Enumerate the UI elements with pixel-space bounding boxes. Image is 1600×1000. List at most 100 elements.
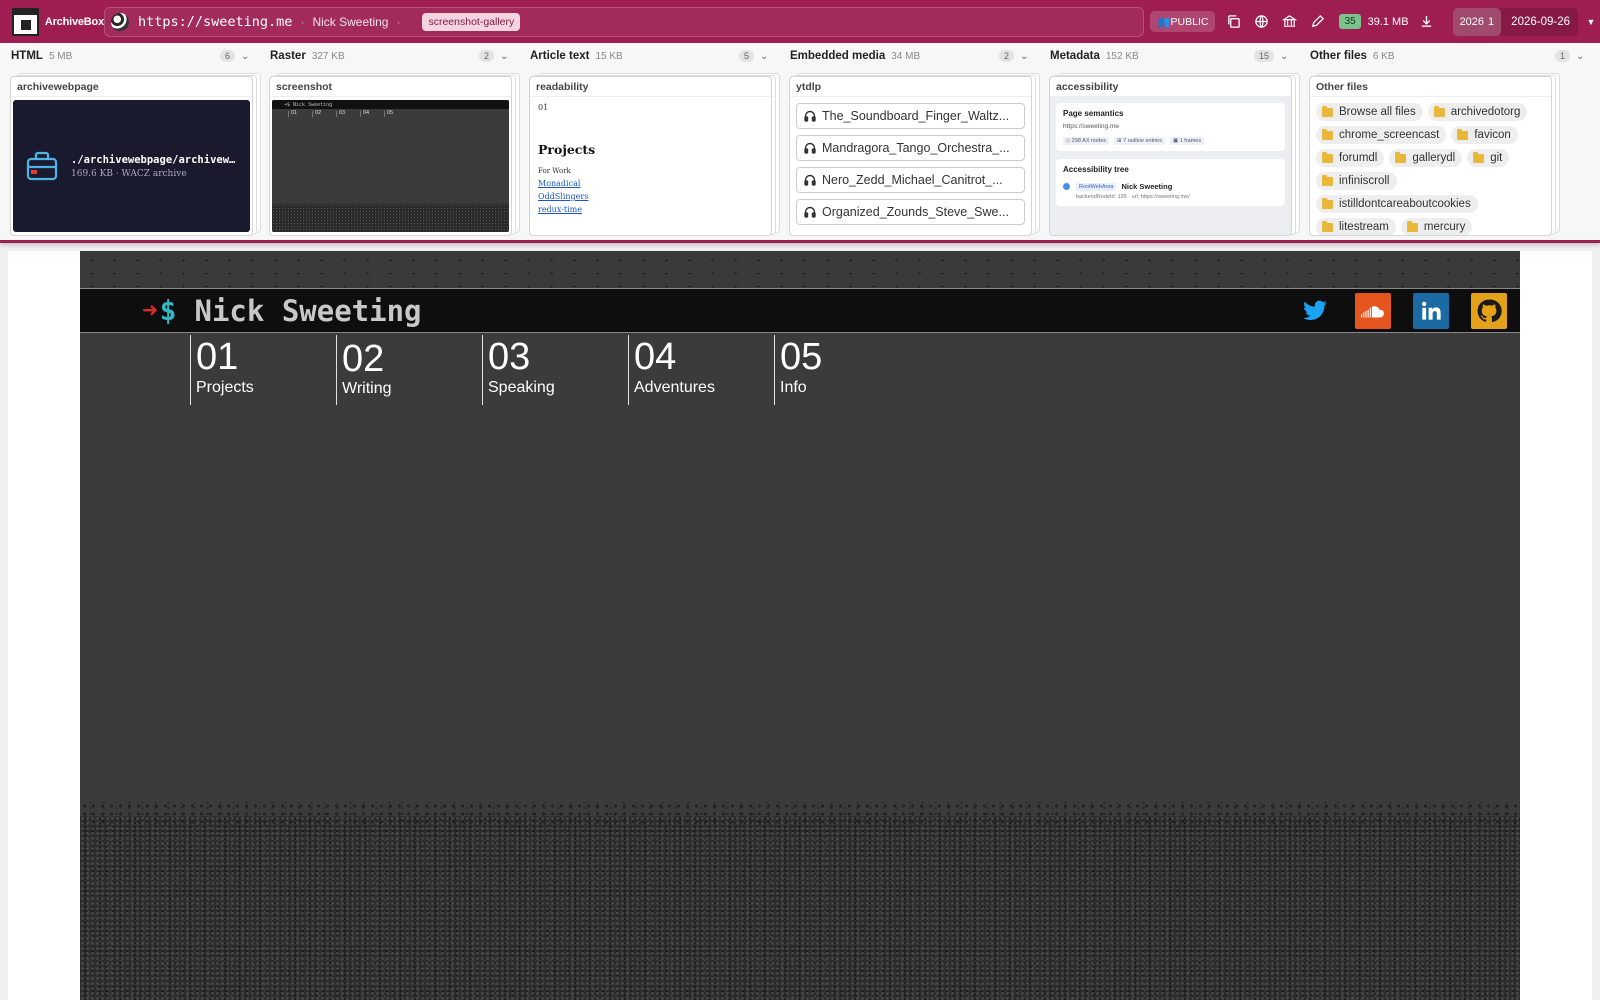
media-name: Mandragora_Tango_Orchestra_... — [822, 141, 1010, 155]
media-item[interactable]: Nero_Zedd_Michael_Canitrot_... — [796, 167, 1025, 193]
file-chip[interactable]: favicon — [1451, 126, 1518, 144]
snapshot-date[interactable]: 2026-09-26 — [1501, 16, 1578, 28]
wacz-meta: 169.6 KB · WACZ archive — [71, 168, 187, 179]
folder-icon — [1406, 220, 1418, 232]
nav-item-adventures[interactable]: 04 Adventures — [628, 335, 774, 405]
url-bar[interactable]: https://sweeting.me · Nick Sweeting · sc… — [104, 6, 1145, 37]
year-pill[interactable]: 2026 1 — [1452, 7, 1502, 36]
github-icon[interactable] — [1471, 292, 1507, 329]
output-card[interactable]: screenshot ➜$ Nick Sweeting 01 02 03 04 … — [269, 76, 512, 236]
chevron-down-icon[interactable]: ⌄ — [241, 51, 251, 62]
folder-icon — [1395, 151, 1407, 163]
download-icon[interactable] — [1415, 10, 1439, 34]
chevron-down-icon[interactable]: ⌄ — [760, 51, 770, 62]
output-card[interactable]: accessibility Page semantics https://swe… — [1049, 76, 1292, 236]
globe-icon[interactable] — [1249, 10, 1273, 34]
archivebox-brand[interactable]: ArchiveBox — [0, 0, 104, 43]
snapshot-viewport: ➜ $ Nick Sweeting 01 Projects 02 Writing… — [8, 251, 1592, 1000]
snapshot-url[interactable]: https://sweeting.me — [138, 14, 292, 30]
caret-down-icon[interactable]: ▼ — [1582, 17, 1600, 27]
tag-chip[interactable]: screenshot-gallery — [422, 12, 521, 31]
nav-item-writing[interactable]: 02 Writing — [336, 335, 482, 405]
twitter-icon[interactable] — [1297, 293, 1333, 329]
site-header: ➜ $ Nick Sweeting — [80, 288, 1520, 333]
archivebox-toolbar: ArchiveBox https://sweeting.me · Nick Sw… — [0, 0, 1600, 43]
tree-name: Nick Sweeting — [1121, 182, 1173, 191]
file-chip[interactable]: chrome_screencast — [1316, 126, 1447, 144]
mini-nav-item: 04 — [360, 110, 384, 117]
panel-header[interactable]: Embedded media 34 MB 2 ⌄ — [779, 43, 1034, 69]
nav-number: 01 — [196, 336, 239, 378]
brand-name: ArchiveBox — [44, 15, 104, 28]
panel-header[interactable]: Metadata 152 KB 15 ⌄ — [1039, 43, 1294, 69]
headphones-icon — [804, 110, 816, 122]
file-chip[interactable]: gallerydl — [1389, 149, 1463, 167]
article-link[interactable]: OddSlingers — [538, 192, 763, 201]
edit-pencil-icon[interactable] — [1305, 10, 1329, 34]
file-chip[interactable]: forumdl — [1316, 149, 1385, 167]
nav-item-speaking[interactable]: 03 Speaking — [482, 335, 628, 405]
institution-icon[interactable] — [1277, 10, 1301, 34]
output-card[interactable]: archivewebpage ./archivewebpage/archivew… — [10, 76, 253, 236]
file-chip[interactable]: istilldontcareaboutcookies — [1316, 195, 1478, 213]
panel-count: 2 — [998, 50, 1014, 62]
chevron-down-icon[interactable]: ⌄ — [500, 51, 510, 62]
soundcloud-icon[interactable] — [1355, 292, 1391, 329]
media-item[interactable]: The_Soundboard_Finger_Waltz... — [796, 103, 1025, 129]
file-chip[interactable]: git — [1467, 149, 1510, 167]
semantics-chips: ◇ 298 AX nodes ⊞ 7 outline entries ▣ 1 f… — [1063, 137, 1278, 145]
headphones-icon — [804, 142, 816, 154]
wacz-preview[interactable]: ./archivewebpage/archivewebpage.wacz 169… — [13, 100, 250, 232]
size-text: 39.1 MB — [1367, 15, 1409, 28]
public-toggle-button[interactable]: 👥PUBLIC — [1150, 11, 1216, 32]
folder-icon — [1433, 105, 1445, 117]
separator: · — [396, 14, 401, 29]
panel-metadata: Metadata 152 KB 15 ⌄ accessibility Page … — [1039, 43, 1300, 239]
nav-label: Adventures — [634, 379, 715, 396]
output-card[interactable]: ytdlp The_Soundboard_Finger_Waltz... Man… — [789, 76, 1032, 236]
card-title: screenshot — [270, 77, 511, 97]
article-link[interactable]: Monadical — [538, 179, 763, 188]
snapshot-title: Nick Sweeting — [312, 14, 389, 29]
article-link[interactable]: redux-time — [538, 205, 763, 214]
site-name[interactable]: Nick Sweeting — [195, 294, 422, 328]
file-chip[interactable]: litestream — [1316, 218, 1396, 235]
file-chip[interactable]: infiniscroll — [1316, 172, 1397, 190]
panel-article-text: Article text 15 KB 5 ⌄ readability 01 Pr… — [519, 43, 780, 239]
panel-header[interactable]: Raster 327 KB 2 ⌄ — [259, 43, 514, 69]
linkedin-icon[interactable] — [1413, 292, 1449, 329]
panel-header[interactable]: Article text 15 KB 5 ⌄ — [519, 43, 774, 69]
file-chip[interactable]: Browse all files — [1316, 103, 1423, 121]
public-label: PUBLIC — [1170, 16, 1209, 28]
folder-icon — [1322, 151, 1333, 163]
panel-header[interactable]: Other files 6 KB 1 ⌄ — [1299, 43, 1590, 69]
copy-icon[interactable] — [1221, 10, 1245, 34]
media-item[interactable]: Mandragora_Tango_Orchestra_... — [796, 135, 1025, 161]
article-heading: Projects — [538, 142, 596, 157]
panel-header[interactable]: HTML 5 MB 6 ⌄ — [0, 43, 255, 69]
panel-size: 6 KB — [1372, 50, 1395, 62]
chevron-down-icon[interactable]: ⌄ — [1020, 51, 1030, 62]
tree-role: RootWebArea — [1076, 182, 1117, 191]
file-count-badge: 35 — [1339, 14, 1361, 29]
card-body: ➜$ Nick Sweeting 01 02 03 04 05 — [270, 97, 511, 235]
snapshot-date-selector[interactable]: 2026 1 2026-09-26 — [1452, 7, 1578, 36]
file-chip[interactable]: archivedotorg — [1427, 103, 1528, 121]
file-chip[interactable]: mercury — [1400, 218, 1473, 235]
year: 2026 — [1459, 15, 1485, 28]
nav-item-info[interactable]: 05 Info — [774, 335, 920, 405]
panel-title: Other files — [1310, 50, 1367, 62]
nav-number: 04 — [634, 336, 677, 378]
tree-node-icon — [1063, 183, 1070, 190]
nav-number: 05 — [780, 336, 823, 378]
output-card[interactable]: Other files Browse all files archivedoto… — [1309, 76, 1552, 236]
archive-box-icon — [26, 151, 58, 181]
card-title: ytdlp — [790, 77, 1031, 97]
nav-item-projects[interactable]: 01 Projects — [190, 335, 336, 405]
chevron-down-icon[interactable]: ⌄ — [1576, 51, 1586, 62]
media-item[interactable]: Organized_Zounds_Steve_Swe... — [796, 199, 1025, 225]
screenshot-thumbnail[interactable]: ➜$ Nick Sweeting 01 02 03 04 05 — [272, 100, 509, 232]
output-card[interactable]: readability 01 Projects For Work Monadic… — [529, 76, 772, 236]
card-stack: accessibility Page semantics https://swe… — [1049, 73, 1300, 236]
chevron-down-icon[interactable]: ⌄ — [1280, 51, 1290, 62]
